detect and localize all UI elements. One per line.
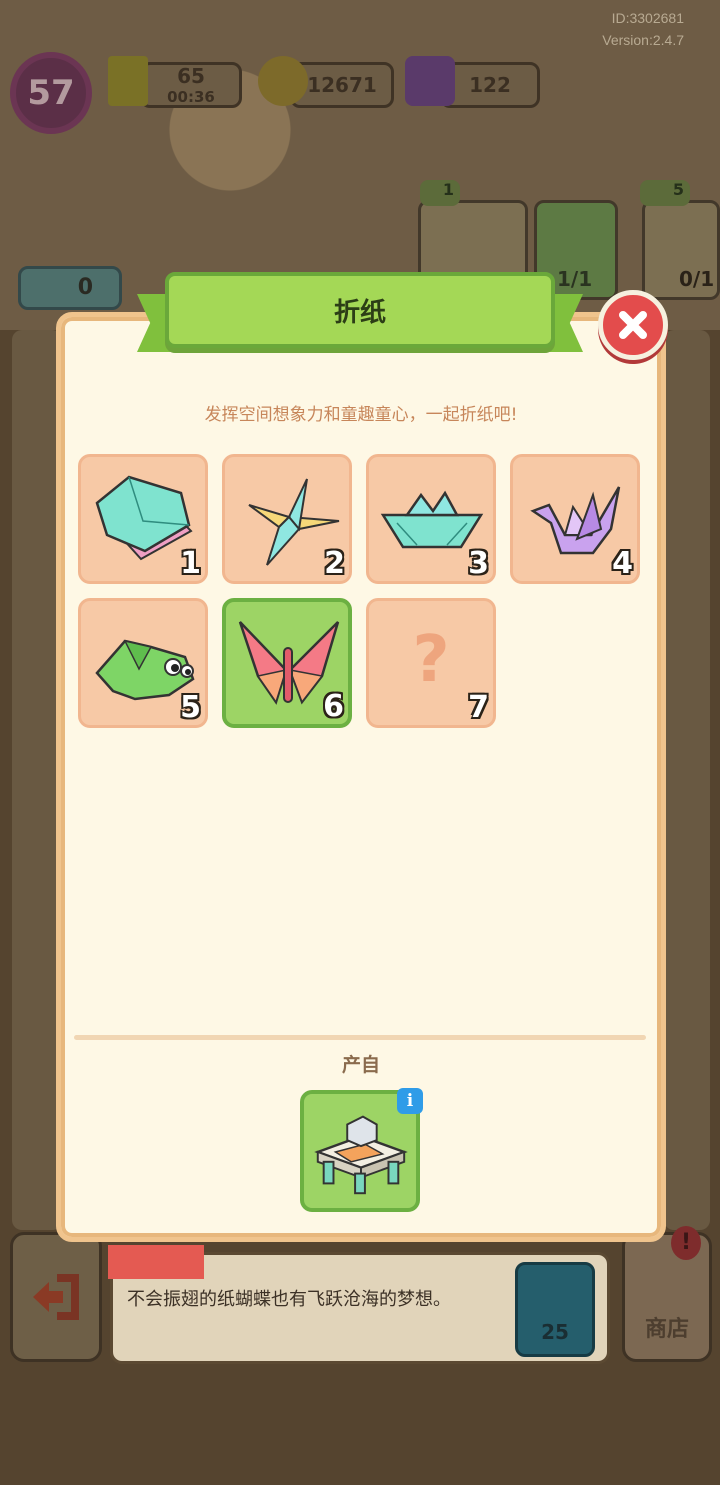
close-icon xyxy=(619,311,647,339)
item-number-5: 5 xyxy=(180,690,201,725)
source-info-icon[interactable]: i xyxy=(397,1088,423,1114)
item-number-2: 2 xyxy=(324,546,345,581)
item-number-3: 3 xyxy=(468,546,489,581)
gem-counter[interactable]: 122 xyxy=(440,62,540,108)
info-glyph: i xyxy=(406,1091,414,1111)
item-tile-3[interactable]: 3 xyxy=(366,454,496,584)
gem-value: 122 xyxy=(469,73,511,97)
close-button[interactable] xyxy=(598,290,668,360)
item-number-7: 7 xyxy=(468,690,489,725)
lightning-icon xyxy=(108,56,148,106)
item-tile-6[interactable]: 6 xyxy=(222,598,352,728)
item-tile-2[interactable]: 2 xyxy=(222,454,352,584)
exit-button[interactable] xyxy=(10,1232,102,1362)
gem-icon xyxy=(405,56,455,106)
tool2-stars-value: 5 xyxy=(672,180,684,199)
item-number-6: 6 xyxy=(323,689,344,724)
energy-timer: 00:36 xyxy=(167,88,215,106)
exit-icon xyxy=(33,1274,79,1320)
energy-counter[interactable]: 65 00:36 xyxy=(140,62,242,108)
coin-icon xyxy=(258,56,308,106)
sell-price: 25 xyxy=(541,1320,569,1344)
section-divider xyxy=(74,1035,646,1040)
item-tile-5[interactable]: 5 xyxy=(78,598,208,728)
item-tile-7[interactable]: ? 7 xyxy=(366,598,496,728)
pet-counter[interactable]: 0 xyxy=(18,266,122,310)
tool-card-drill[interactable]: 0/1 xyxy=(642,200,720,300)
item-number-4: 4 xyxy=(612,546,633,581)
item-tile-1[interactable]: 1 xyxy=(78,454,208,584)
source-label: 产自 xyxy=(341,1054,380,1076)
pet-counter-value: 0 xyxy=(77,275,93,300)
tool2-stars: 5 xyxy=(640,180,690,206)
tool1-stars-value: 1 xyxy=(442,180,454,199)
crafting-table-icon xyxy=(314,1115,408,1195)
modal-subtitle: 发挥空间想象力和童趣童心，一起折纸吧! xyxy=(204,405,518,425)
coin-value: 12671 xyxy=(307,73,377,97)
right-item-column xyxy=(664,330,710,1230)
item-tile-4[interactable]: 4 xyxy=(510,454,640,584)
user-id: ID:3302681 xyxy=(611,10,684,26)
item-description: 不会振翅的纸蝴蝶也有飞跃沧海的梦想。 xyxy=(127,1289,451,1310)
bookmark-ribbon xyxy=(108,1245,204,1279)
unknown-item-icon: ? xyxy=(412,623,450,697)
tool2-progress: 0/1 xyxy=(679,267,715,291)
item-number-1: 1 xyxy=(180,546,201,581)
sell-button[interactable]: 25 xyxy=(515,1262,595,1357)
level-badge[interactable]: 57 xyxy=(10,52,92,134)
shop-label: 商店 xyxy=(644,1317,689,1342)
version-label: Version:2.4.7 xyxy=(602,32,684,48)
level-value: 57 xyxy=(27,73,75,113)
left-item-column xyxy=(12,330,62,1230)
modal-title: 折纸 xyxy=(165,272,555,348)
tool1-stars: 1 xyxy=(420,180,460,206)
shop-alert-badge: ! xyxy=(671,1226,701,1260)
modal-title-ribbon: 折纸 xyxy=(137,272,583,356)
energy-value: 65 xyxy=(177,64,205,88)
modal-title-text: 折纸 xyxy=(333,297,386,328)
